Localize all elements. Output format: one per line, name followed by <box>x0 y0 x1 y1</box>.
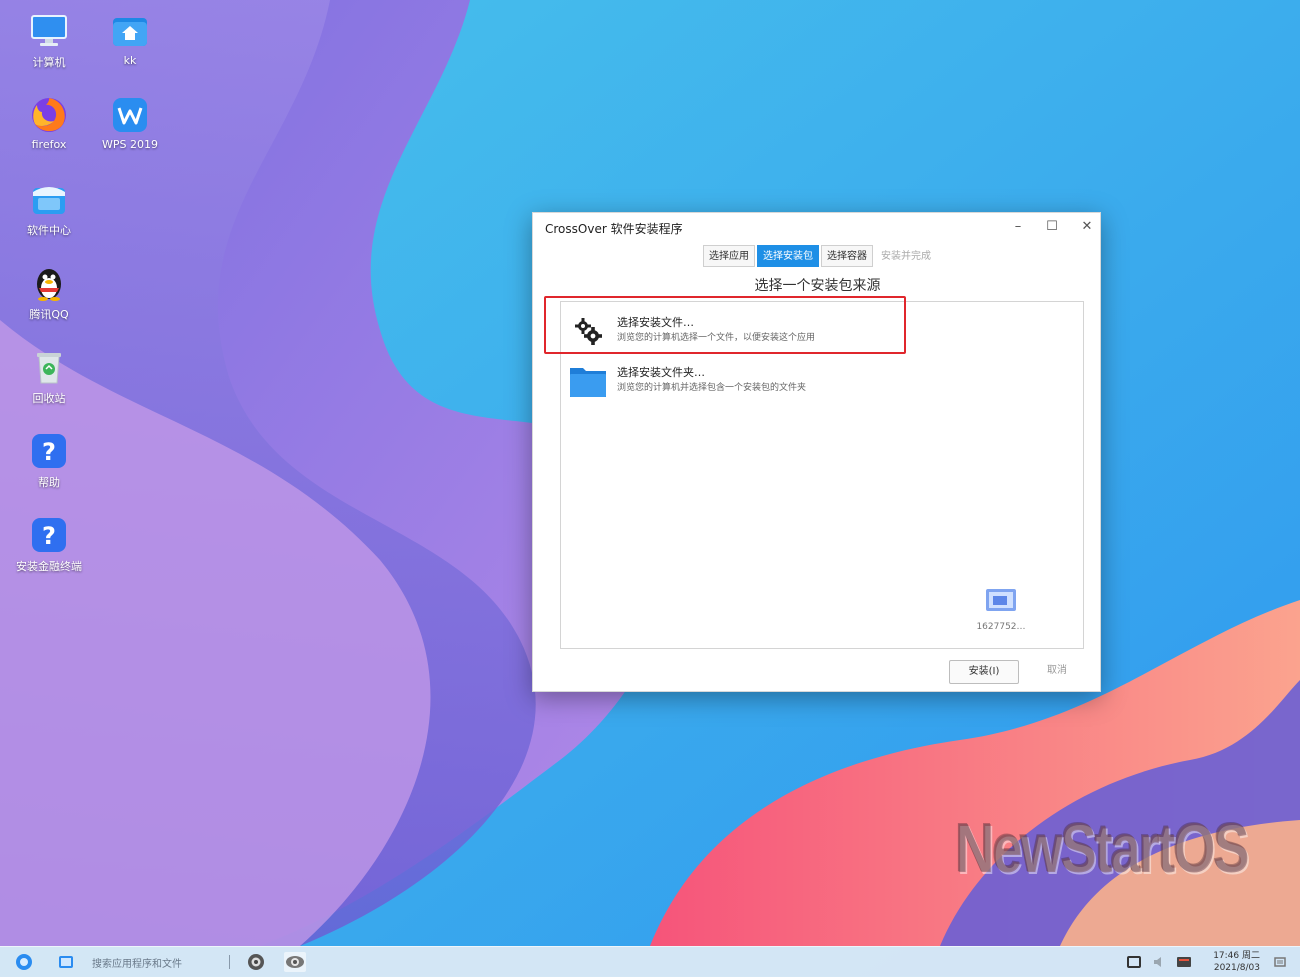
wps-icon <box>111 96 149 134</box>
input-method-icon[interactable] <box>1174 952 1194 972</box>
folder-icon <box>569 364 607 400</box>
desktop-icon-label: kk <box>123 54 137 67</box>
multitask-view-icon[interactable] <box>56 952 76 972</box>
home-folder-icon <box>111 12 149 50</box>
svg-text:?: ? <box>42 522 56 550</box>
step-select-installer[interactable]: 选择安装包 <box>757 245 819 267</box>
desktop-icon-label: 安装金融终端 <box>16 560 82 573</box>
desktop-icon-finance-terminal[interactable]: ? 安装金融终端 <box>9 516 89 574</box>
wizard-steps: 选择应用 选择安装包 选择容器 安装并完成 <box>703 245 939 267</box>
svg-text:?: ? <box>42 438 56 466</box>
section-heading: 选择一个安装包来源 <box>754 278 881 294</box>
desktop-icon-label: 腾讯QQ <box>29 308 69 321</box>
desktop-icon-qq[interactable]: 腾讯QQ <box>9 264 89 322</box>
desktop-icon-label: 计算机 <box>32 56 66 69</box>
crossover-taskbar-icon[interactable] <box>246 952 266 972</box>
clock-date: 2021/8/03 <box>1213 963 1260 973</box>
software-center-icon <box>30 180 68 218</box>
option-choose-file[interactable]: 选择安装文件… 浏览您的计算机选择一个文件，以便安装这个应用 <box>569 310 899 354</box>
taskbar-separator <box>229 955 230 969</box>
taskbar-clock[interactable]: 17:46 周二 2021/8/03 <box>1213 950 1260 974</box>
show-desktop-icon[interactable] <box>1270 952 1290 972</box>
close-button[interactable]: ✕ <box>1076 217 1098 237</box>
desktop-icon-label: WPS 2019 <box>102 138 158 151</box>
taskbar: 搜索应用程序和文件 17:46 周二 2021/8/03 <box>0 946 1300 977</box>
option-description: 浏览您的计算机并选择包含一个安装包的文件夹 <box>617 383 807 393</box>
desktop-icon-computer[interactable]: 计算机 <box>9 12 89 70</box>
install-button[interactable]: 安装(I) <box>949 660 1019 684</box>
help-icon: ? <box>30 516 68 554</box>
dialog-titlebar[interactable]: CrossOver 软件安装程序 – ☐ ✕ <box>533 213 1100 243</box>
desktop-icon-label: 软件中心 <box>27 224 71 237</box>
option-title: 选择安装文件… <box>617 316 694 329</box>
minimize-button[interactable]: – <box>1007 217 1029 237</box>
dialog-title: CrossOver 软件安装程序 <box>545 222 683 236</box>
firefox-icon <box>30 96 68 134</box>
qq-penguin-icon <box>30 264 68 302</box>
desktop-icon-software-center[interactable]: 软件中心 <box>9 180 89 238</box>
desktop-icon-help[interactable]: ? 帮助 <box>9 432 89 490</box>
notification-area-icon[interactable] <box>1124 952 1144 972</box>
selected-file-name: 1627752… <box>976 622 1026 632</box>
desktop-icon-recycle-bin[interactable]: 回收站 <box>9 348 89 406</box>
desktop-icon-home[interactable]: kk <box>90 12 170 67</box>
option-title: 选择安装文件夹… <box>617 366 705 379</box>
desktop-icon-label: 帮助 <box>38 476 60 489</box>
step-select-app[interactable]: 选择应用 <box>703 245 755 267</box>
newstartos-watermark: NewStartOS <box>955 809 1249 887</box>
desktop-icon-label: firefox <box>31 138 67 151</box>
maximize-button[interactable]: ☐ <box>1041 217 1063 237</box>
cancel-button[interactable]: 取消 <box>1033 660 1081 684</box>
gear-icon <box>569 314 607 350</box>
clock-time: 17:46 周二 <box>1213 951 1260 961</box>
start-menu-icon[interactable] <box>14 952 34 972</box>
desktop-icon-wps[interactable]: WPS 2019 <box>90 96 170 151</box>
desktop-icon-label: 回收站 <box>32 392 66 405</box>
option-description: 浏览您的计算机选择一个文件，以便安装这个应用 <box>617 333 816 343</box>
monitor-icon <box>30 12 68 50</box>
selected-file-item[interactable]: 1627752… <box>961 588 1041 632</box>
crossover-window-taskbar-icon[interactable] <box>284 952 306 972</box>
image-file-icon <box>986 589 1016 611</box>
step-select-bottle[interactable]: 选择容器 <box>821 245 873 267</box>
recycle-bin-icon <box>30 348 68 386</box>
volume-icon[interactable] <box>1150 952 1170 972</box>
option-choose-folder[interactable]: 选择安装文件夹… 浏览您的计算机并选择包含一个安装包的文件夹 <box>569 360 899 404</box>
desktop-icon-firefox[interactable]: firefox <box>9 96 89 151</box>
step-install-finish: 安装并完成 <box>881 251 931 262</box>
installer-source-list: 选择安装文件… 浏览您的计算机选择一个文件，以便安装这个应用 选择安装文件夹… … <box>560 301 1084 649</box>
crossover-installer-dialog: CrossOver 软件安装程序 – ☐ ✕ 选择应用 选择安装包 选择容器 安… <box>532 212 1101 692</box>
help-icon: ? <box>30 432 68 470</box>
taskbar-search[interactable]: 搜索应用程序和文件 <box>92 955 182 970</box>
